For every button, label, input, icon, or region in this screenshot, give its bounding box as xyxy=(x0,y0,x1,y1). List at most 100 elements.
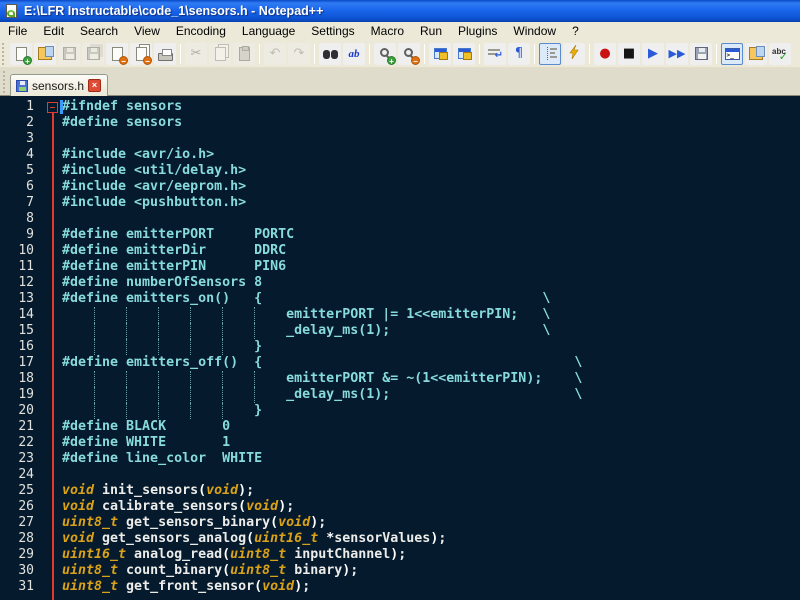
tabbar-grip[interactable] xyxy=(3,70,8,93)
menu-item-language[interactable]: Language xyxy=(234,23,303,39)
show-indent-guide-button[interactable] xyxy=(539,42,561,65)
code-text[interactable]: #define sensors xyxy=(62,115,800,131)
code-text[interactable]: uint8_t get_front_sensor(void); xyxy=(62,579,800,595)
line-number[interactable]: 9 xyxy=(0,227,40,243)
sync-horizontal-scrolling-button[interactable] xyxy=(453,42,475,65)
line-number[interactable]: 23 xyxy=(0,451,40,467)
code-text[interactable]: uint8_t get_sensors_binary(void); xyxy=(62,515,800,531)
line-number[interactable]: 14 xyxy=(0,307,40,323)
zoom-out-button[interactable]: − xyxy=(398,42,420,66)
code-text[interactable]: emitterPORT |= 1<<emitterPIN; \ xyxy=(62,307,800,323)
open-file-button[interactable] xyxy=(34,42,56,65)
show-all-characters-button[interactable]: ¶ xyxy=(508,42,530,65)
line-number[interactable]: 2 xyxy=(0,115,40,131)
spell-check-button[interactable]: abc ✓ xyxy=(769,42,791,65)
code-text[interactable]: #define numberOfSensors 8 xyxy=(62,275,800,291)
code-text[interactable] xyxy=(62,131,800,147)
line-number[interactable]: 30 xyxy=(0,563,40,579)
line-number[interactable]: 24 xyxy=(0,467,40,483)
code-text[interactable] xyxy=(62,211,800,227)
code-text[interactable]: #define emitterPORT PORTC xyxy=(62,227,800,243)
find-button[interactable] xyxy=(319,42,341,65)
code-editor[interactable]: 1 #ifndef sensors 2 #define sensors 3 4 #inclu… xyxy=(0,96,800,600)
menu-item-window[interactable]: Window xyxy=(505,23,564,39)
console-button[interactable] xyxy=(721,42,743,65)
line-number[interactable]: 31 xyxy=(0,579,40,595)
fold-collapse-marker[interactable] xyxy=(47,102,58,113)
line-number[interactable]: 19 xyxy=(0,387,40,403)
code-text[interactable]: #include <pushbutton.h> xyxy=(62,195,800,211)
code-text[interactable]: uint8_t count_binary(uint8_t binary); xyxy=(62,563,800,579)
menu-item-settings[interactable]: Settings xyxy=(303,23,362,39)
macro-play-button[interactable]: ▶ xyxy=(642,42,664,65)
line-number[interactable]: 15 xyxy=(0,323,40,339)
code-text[interactable]: _delay_ms(1); \ xyxy=(62,323,800,339)
line-number[interactable]: 18 xyxy=(0,371,40,387)
code-text[interactable]: #define emitters_off() { \ xyxy=(62,355,800,371)
line-number[interactable]: 11 xyxy=(0,259,40,275)
menu-item-view[interactable]: View xyxy=(126,23,168,39)
print-button[interactable] xyxy=(154,42,176,65)
toolbar-grip[interactable] xyxy=(2,42,7,65)
replace-button[interactable]: ab xyxy=(343,42,365,65)
menu-item-run[interactable]: Run xyxy=(412,23,450,39)
code-text[interactable]: uint16_t analog_read(uint8_t inputChanne… xyxy=(62,547,800,563)
code-text[interactable]: #ifndef sensors xyxy=(60,99,800,115)
line-number[interactable]: 3 xyxy=(0,131,40,147)
menu-item-search[interactable]: Search xyxy=(72,23,126,39)
code-text[interactable]: #define emitterPIN PIN6 xyxy=(62,259,800,275)
line-number[interactable]: 6 xyxy=(0,179,40,195)
line-number[interactable]: 26 xyxy=(0,499,40,515)
code-text[interactable]: #define emitterDir DDRC xyxy=(62,243,800,259)
code-text[interactable] xyxy=(62,467,800,483)
line-number[interactable]: 29 xyxy=(0,547,40,563)
line-number[interactable]: 22 xyxy=(0,435,40,451)
line-number[interactable]: 1 xyxy=(0,99,40,115)
line-number[interactable]: 12 xyxy=(0,275,40,291)
tab-sensors-h[interactable]: sensors.h × xyxy=(10,74,109,96)
code-text[interactable]: _delay_ms(1); \ xyxy=(62,387,800,403)
close-all-button[interactable]: − xyxy=(130,42,152,66)
line-number[interactable]: 25 xyxy=(0,483,40,499)
line-number[interactable]: 13 xyxy=(0,291,40,307)
line-number[interactable]: 21 xyxy=(0,419,40,435)
title-bar[interactable]: E:\LFR Instructable\code_1\sensors.h - N… xyxy=(0,0,800,22)
menu-item-help[interactable]: ? xyxy=(564,23,587,39)
menu-item-encoding[interactable]: Encoding xyxy=(168,23,234,39)
code-text[interactable]: } xyxy=(62,403,800,419)
code-text[interactable]: #include <util/delay.h> xyxy=(62,163,800,179)
code-text[interactable]: #define line_color WHITE xyxy=(62,451,800,467)
line-number[interactable]: 8 xyxy=(0,211,40,227)
menu-item-macro[interactable]: Macro xyxy=(363,23,412,39)
close-button[interactable]: − xyxy=(106,42,128,66)
user-define-dialog-button[interactable] xyxy=(563,42,585,65)
line-number[interactable]: 10 xyxy=(0,243,40,259)
code-text[interactable]: #include <avr/io.h> xyxy=(62,147,800,163)
macro-record-button[interactable]: ● xyxy=(594,42,616,65)
new-file-button[interactable]: + xyxy=(10,42,32,66)
code-text[interactable]: #define WHITE 1 xyxy=(62,435,800,451)
tab-close-button[interactable]: × xyxy=(88,79,102,92)
code-text[interactable]: } xyxy=(62,339,800,355)
line-number[interactable]: 28 xyxy=(0,531,40,547)
line-number[interactable]: 17 xyxy=(0,355,40,371)
zoom-in-button[interactable]: + xyxy=(374,42,396,66)
line-number[interactable]: 5 xyxy=(0,163,40,179)
code-text[interactable]: void get_sensors_analog(uint16_t *sensor… xyxy=(62,531,800,547)
code-text[interactable]: void calibrate_sensors(void); xyxy=(62,499,800,515)
menu-item-plugins[interactable]: Plugins xyxy=(450,23,505,39)
line-number[interactable]: 7 xyxy=(0,195,40,211)
menu-item-edit[interactable]: Edit xyxy=(35,23,72,39)
explorer-button[interactable] xyxy=(745,42,767,65)
code-text[interactable]: #define BLACK 0 xyxy=(62,419,800,435)
line-number[interactable]: 16 xyxy=(0,339,40,355)
macro-run-multiple-button[interactable]: ▶▶ xyxy=(666,42,688,65)
code-text[interactable]: #include <avr/eeprom.h> xyxy=(62,179,800,195)
code-text[interactable]: void init_sensors(void); xyxy=(62,483,800,499)
line-number[interactable]: 4 xyxy=(0,147,40,163)
macro-stop-button[interactable]: ■ xyxy=(618,42,640,65)
code-text[interactable]: emitterPORT &= ~(1<<emitterPIN); \ xyxy=(62,371,800,387)
line-number[interactable]: 20 xyxy=(0,403,40,419)
macro-save-button[interactable] xyxy=(690,42,712,65)
sync-vertical-scrolling-button[interactable] xyxy=(429,42,451,65)
